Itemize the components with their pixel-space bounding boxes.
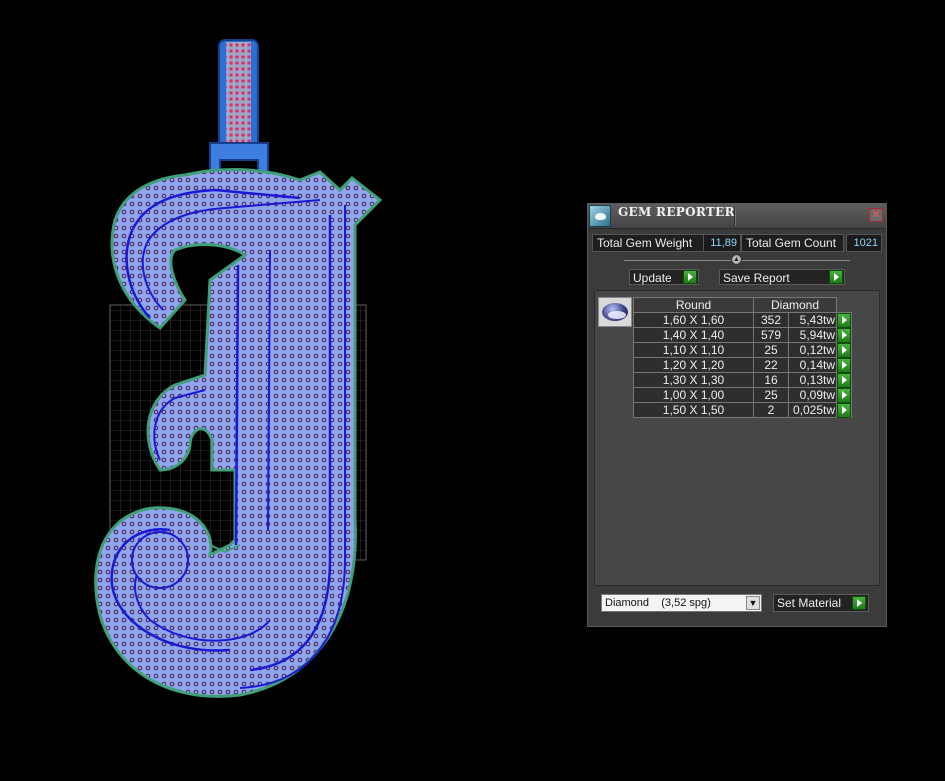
play-arrow-icon	[852, 596, 866, 610]
gem-weight-cell: 5,94tw	[788, 327, 837, 343]
table-row[interactable]: 1,10 X 1,10 25 0,12tw	[633, 342, 852, 358]
play-arrow-icon	[829, 270, 843, 284]
table-row[interactable]: 1,20 X 1,20 22 0,14tw	[633, 357, 852, 373]
save-report-button[interactable]: Save Report	[719, 269, 845, 285]
total-gem-count-value: 1021	[846, 234, 882, 252]
gem-list-area: Round Diamond 1,60 X 1,60 352 5,43tw 1,40 X…	[594, 290, 880, 586]
gem-shape-header: Round	[633, 297, 754, 313]
gem-weight-cell: 0,13tw	[788, 372, 837, 388]
gem-size-cell: 1,30 X 1,30	[633, 372, 754, 388]
row-select-button[interactable]	[836, 372, 852, 388]
gem-size-cell: 1,00 X 1,00	[633, 387, 754, 403]
gem-table: Round Diamond 1,60 X 1,60 352 5,43tw 1,40 X…	[633, 297, 852, 418]
play-arrow-icon	[837, 343, 851, 358]
gem-size-cell: 1,40 X 1,40	[633, 327, 754, 343]
round-diamond-icon[interactable]	[598, 297, 632, 327]
gem-count-cell: 25	[753, 342, 789, 358]
set-material-button[interactable]: Set Material	[773, 594, 869, 612]
row-select-button[interactable]	[836, 312, 852, 328]
gem-weight-cell: 0,14tw	[788, 357, 837, 373]
play-arrow-icon	[683, 270, 697, 284]
gem-size-cell: 1,20 X 1,20	[633, 357, 754, 373]
material-select[interactable]: Diamond (3,52 spg) ▼	[601, 594, 762, 612]
play-arrow-icon	[837, 313, 851, 328]
update-button[interactable]: Update	[629, 269, 699, 285]
pendant-render	[94, 39, 383, 698]
save-report-button-label: Save Report	[723, 271, 790, 285]
row-select-button[interactable]	[836, 402, 852, 418]
gem-reporter-icon	[589, 205, 611, 227]
set-material-button-label: Set Material	[777, 596, 842, 610]
table-row[interactable]: 1,50 X 1,50 2 0,025tw	[633, 402, 852, 418]
play-arrow-icon	[837, 328, 851, 343]
play-arrow-icon	[837, 358, 851, 373]
row-select-button[interactable]	[836, 357, 852, 373]
play-arrow-icon	[837, 388, 851, 403]
chevron-down-icon[interactable]: ▼	[746, 596, 760, 610]
gem-size-cell: 1,60 X 1,60	[633, 312, 754, 328]
row-select-button[interactable]	[836, 342, 852, 358]
close-button[interactable]: ✕	[869, 208, 883, 222]
gem-count-cell: 25	[753, 387, 789, 403]
gem-weight-cell: 0,025tw	[788, 402, 837, 418]
gem-count-cell: 579	[753, 327, 789, 343]
title-bar[interactable]: GEM REPORTER ✕	[588, 204, 886, 229]
gem-weight-cell: 5,43tw	[788, 312, 837, 328]
update-button-label: Update	[633, 271, 672, 285]
gem-count-cell: 16	[753, 372, 789, 388]
divider-slider-knob[interactable]: ▲	[731, 254, 742, 265]
gem-count-cell: 352	[753, 312, 789, 328]
table-row[interactable]: 1,40 X 1,40 579 5,94tw	[633, 327, 852, 343]
table-row[interactable]: 1,00 X 1,00 25 0,09tw	[633, 387, 852, 403]
gem-count-cell: 2	[753, 402, 789, 418]
gem-reporter-panel: GEM REPORTER ✕ Total Gem Weight 11,89 To…	[587, 203, 887, 627]
total-gem-count-label: Total Gem Count	[741, 234, 844, 252]
material-select-value: Diamond (3,52 spg)	[605, 597, 711, 609]
total-gem-weight-label: Total Gem Weight	[592, 234, 706, 252]
panel-title: GEM REPORTER	[618, 205, 735, 219]
table-row[interactable]: 1,60 X 1,60 352 5,43tw	[633, 312, 852, 328]
gem-weight-cell: 0,12tw	[788, 342, 837, 358]
total-gem-weight-value: 11,89	[703, 234, 741, 252]
3d-viewport[interactable]	[0, 0, 580, 781]
gem-size-cell: 1,50 X 1,50	[633, 402, 754, 418]
row-select-button[interactable]	[836, 387, 852, 403]
bail	[209, 39, 269, 179]
gem-material-header: Diamond	[753, 297, 837, 313]
row-select-button[interactable]	[836, 327, 852, 343]
gem-weight-cell: 0,09tw	[788, 387, 837, 403]
play-arrow-icon	[837, 373, 851, 388]
gem-count-cell: 22	[753, 357, 789, 373]
table-row[interactable]: 1,30 X 1,30 16 0,13tw	[633, 372, 852, 388]
gem-size-cell: 1,10 X 1,10	[633, 342, 754, 358]
play-arrow-icon	[837, 403, 851, 418]
title-divider	[734, 207, 736, 226]
